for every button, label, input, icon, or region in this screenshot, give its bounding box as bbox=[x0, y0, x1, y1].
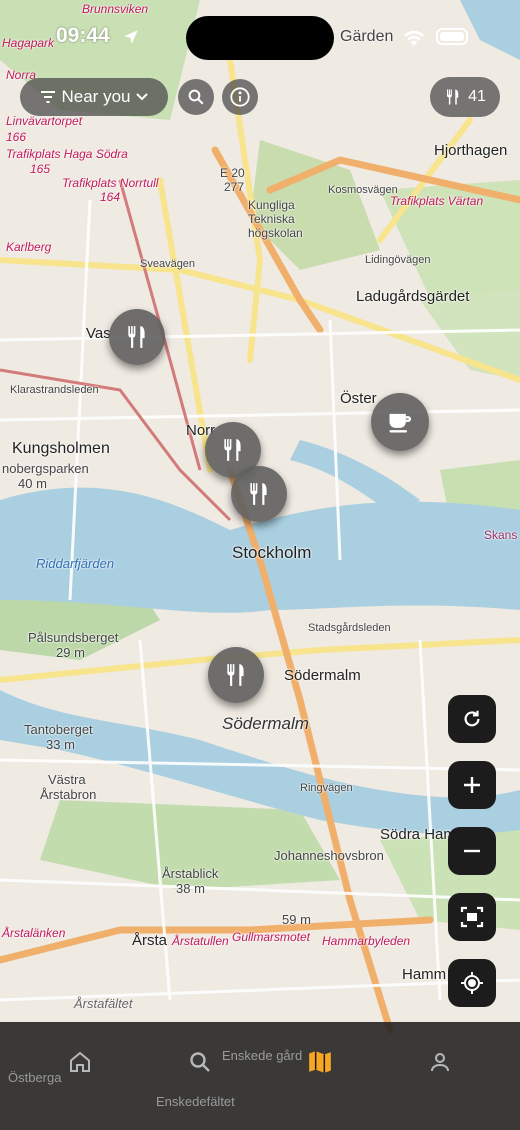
map-label-arsta: Årsta bbox=[132, 932, 168, 949]
locate-me-button[interactable] bbox=[448, 959, 496, 1007]
wifi-icon bbox=[404, 30, 424, 46]
map-label-stockholm: Stockholm bbox=[232, 543, 312, 562]
dynamic-island bbox=[186, 16, 334, 60]
map-label-arstablick-elev: 38 m bbox=[176, 881, 205, 896]
map-label-trafikplats-haga: Trafikplats Haga Södra bbox=[6, 147, 128, 161]
map-label-palsundsberget: Pålsundsberget bbox=[28, 630, 119, 645]
fit-bounds-button[interactable] bbox=[448, 893, 496, 941]
map-label-johanneshovsbron: Johanneshovsbron bbox=[274, 848, 384, 863]
map-label-lidingovagen: Lidingövägen bbox=[365, 254, 431, 266]
search-icon bbox=[188, 89, 204, 105]
map-label-skans: Skans bbox=[484, 528, 518, 542]
venue-count-badge[interactable]: 41 bbox=[430, 77, 500, 117]
map-label-ladugardsgardet: Ladugårdsgärdet bbox=[356, 288, 470, 305]
info-icon bbox=[230, 87, 250, 107]
map-label-sodermalm: Södermalm bbox=[222, 714, 309, 733]
map-label-sodra-hammarby: Södra Ham bbox=[380, 826, 456, 843]
map-label-hammarby-sjostad: Hamm bbox=[402, 966, 447, 983]
location-arrow-icon bbox=[124, 30, 138, 44]
map-label-kth: Kungliga bbox=[248, 198, 295, 212]
map-label-ringvagen: Ringvägen bbox=[300, 782, 353, 794]
fork-knife-icon bbox=[128, 326, 145, 348]
map-label-vasastan: Vas bbox=[86, 325, 111, 342]
home-icon bbox=[70, 1051, 90, 1072]
refresh-button[interactable] bbox=[448, 695, 496, 743]
map-label-linvavartorpet: Linvävartorpet bbox=[6, 114, 83, 128]
map-label-karlberg: Karlberg bbox=[6, 240, 52, 254]
restaurant-marker[interactable] bbox=[231, 466, 287, 522]
search-icon bbox=[190, 1052, 210, 1072]
status-bar: 09:44 bbox=[0, 0, 520, 70]
map-label-enskedefaltet: Enskedefältet bbox=[156, 1094, 235, 1109]
map-label-arstaberg: Årstabron bbox=[40, 787, 97, 802]
profile-icon bbox=[431, 1053, 449, 1072]
map-label-sodermalm-station: Södermalm bbox=[284, 667, 361, 684]
map-label-tantoberget: Tantoberget bbox=[24, 722, 93, 737]
zoom-in-icon bbox=[464, 777, 480, 793]
map-label-riddarfjarden: Riddarfjärden bbox=[36, 556, 115, 571]
map-icon bbox=[309, 1051, 331, 1073]
zoom-out-button[interactable] bbox=[448, 827, 496, 875]
map-label-kth3: högskolan bbox=[248, 226, 303, 240]
map-label-hjorthagen: Hjorthagen bbox=[434, 142, 508, 159]
map-label-arstablick: Årstablick bbox=[162, 866, 219, 881]
map-label-enskede-gard: Enskede gård bbox=[222, 1048, 303, 1063]
fork-knife-icon bbox=[224, 439, 241, 461]
map-label-trafikplats-norrtull: Trafikplats Norrtull bbox=[62, 176, 159, 190]
fork-knife-icon bbox=[227, 664, 244, 686]
tab-search[interactable] bbox=[180, 1042, 220, 1082]
zoom-out-icon bbox=[464, 849, 480, 853]
map-label-arstatullen: Årstatullen bbox=[172, 934, 229, 948]
info-button[interactable] bbox=[222, 79, 258, 115]
refresh-icon bbox=[464, 710, 480, 727]
venue-count: 41 bbox=[468, 88, 486, 105]
map-label-arstafaltet: Årstafältet bbox=[74, 996, 133, 1011]
fit-bounds-icon bbox=[460, 906, 484, 928]
chevron-down-icon bbox=[136, 93, 149, 101]
bottom-tab-bar: Östberga Enskede gård Enskedefältet bbox=[0, 1022, 520, 1130]
map-label-arstalanken: Årstalänken bbox=[2, 926, 66, 940]
map-label-r166: 166 bbox=[6, 130, 27, 144]
fork-knife-icon bbox=[250, 483, 267, 505]
tab-map[interactable] bbox=[300, 1042, 340, 1082]
map-label-ostberga: Östberga bbox=[8, 1070, 62, 1085]
restaurant-marker[interactable] bbox=[208, 647, 264, 703]
map-label-r165: 165 bbox=[30, 162, 51, 176]
map-label-tantoberget-elev: 33 m bbox=[46, 737, 75, 752]
search-button[interactable] bbox=[178, 79, 214, 115]
map-label-r164: 164 bbox=[100, 190, 121, 204]
zoom-in-button[interactable] bbox=[448, 761, 496, 809]
map-label-vastra: Västra bbox=[48, 772, 86, 787]
locate-me-icon bbox=[461, 972, 483, 994]
map-label-277: 277 bbox=[224, 180, 245, 194]
map-label-trafikplats-vartan: Trafikplats Värtan bbox=[390, 194, 484, 208]
status-time: 09:44 bbox=[56, 24, 110, 47]
map-label-palsundsberget-elev: 29 m bbox=[56, 645, 85, 660]
fork-knife-icon bbox=[447, 89, 459, 105]
map-label-kth2: Tekniska bbox=[248, 212, 295, 226]
map-label-kungsholmen: Kungsholmen bbox=[12, 440, 110, 457]
map-label-klarastrand: Klarastrandsleden bbox=[10, 384, 99, 396]
map-label-park-elev: 40 m bbox=[18, 476, 47, 491]
tab-profile[interactable] bbox=[420, 1042, 460, 1082]
battery-icon bbox=[436, 28, 468, 45]
map-label-gullmarsmotet: Gullmarsmotet bbox=[232, 930, 311, 944]
filter-icon bbox=[40, 91, 55, 103]
cafe-marker[interactable] bbox=[371, 393, 429, 451]
map-label-stadsgardsleden: Stadsgårdsleden bbox=[308, 622, 391, 634]
map-label-kosmosvagen: Kosmosvägen bbox=[328, 184, 398, 196]
restaurant-marker[interactable] bbox=[109, 309, 165, 365]
tab-home[interactable] bbox=[60, 1042, 100, 1082]
map-label-e20: E 20 bbox=[220, 166, 245, 180]
map-label-ostermalm: Öster bbox=[340, 390, 377, 407]
filter-label: Near you bbox=[61, 87, 131, 106]
map-label-elev-59: 59 m bbox=[282, 912, 311, 927]
filter-button[interactable]: Near you bbox=[20, 78, 168, 116]
map-label-sveavagen: Sveavägen bbox=[140, 258, 196, 270]
map-label-kungsholmen-park: nobergsparken bbox=[2, 461, 89, 476]
coffee-cup-icon bbox=[389, 413, 412, 433]
map-label-hammarby: Hammarbyleden bbox=[322, 934, 411, 948]
